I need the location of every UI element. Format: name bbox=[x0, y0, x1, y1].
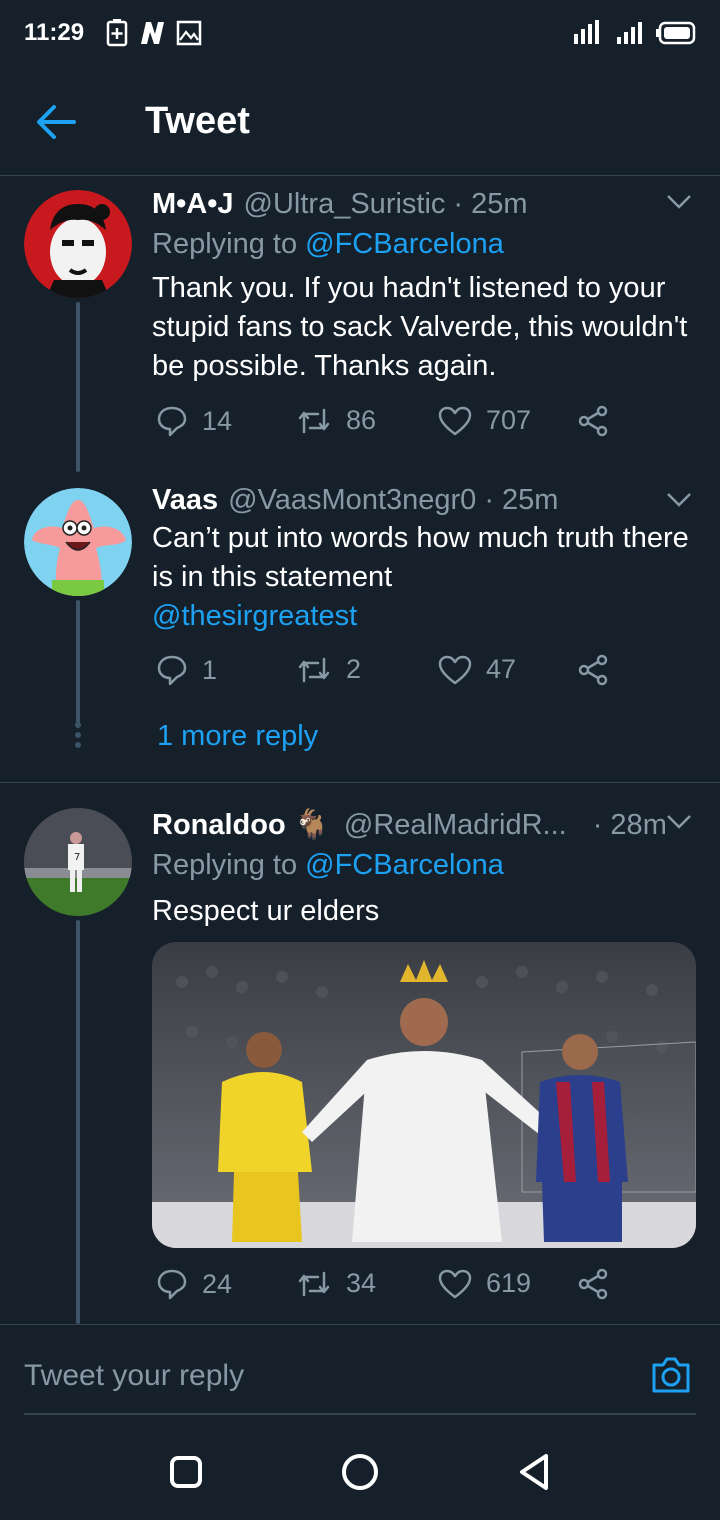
signal-2-icon bbox=[617, 22, 642, 44]
heart-icon bbox=[438, 406, 472, 435]
retweet-count: 2 bbox=[346, 654, 362, 684]
tweet-time: · 25m bbox=[484, 484, 559, 516]
mention-link[interactable]: @thesirgreatest bbox=[152, 600, 357, 632]
like-button[interactable]: 619 bbox=[438, 1268, 531, 1299]
like-count: 47 bbox=[486, 654, 517, 684]
thread-line bbox=[76, 302, 80, 472]
retweet-icon bbox=[298, 408, 330, 433]
tweet-actions: 14 86 707 bbox=[152, 405, 622, 445]
reply-count: 24 bbox=[202, 1268, 233, 1299]
avatar[interactable] bbox=[24, 488, 132, 596]
thread-line bbox=[76, 600, 80, 724]
tweet-text: Thank you. If you hadn't listened to you… bbox=[152, 272, 688, 382]
reply-input[interactable]: Tweet your reply bbox=[24, 1359, 244, 1393]
tweet-time: · 25m bbox=[453, 188, 528, 220]
user-handle[interactable]: @Ultra_Suristic bbox=[244, 188, 446, 221]
tweet-1[interactable]: M•A•J @Ultra_Suristic · 25m Replying to … bbox=[0, 176, 720, 472]
retweet-icon bbox=[298, 1271, 330, 1296]
display-name[interactable]: Vaas bbox=[152, 484, 218, 517]
reply-count: 14 bbox=[202, 405, 233, 436]
tweet-text: Respect ur elders bbox=[152, 895, 380, 927]
avatar[interactable] bbox=[24, 190, 132, 298]
more-replies-link[interactable]: 1 more reply bbox=[157, 720, 318, 753]
like-count: 707 bbox=[486, 405, 532, 435]
replying-to: Replying to @FCBarcelona bbox=[152, 228, 504, 261]
status-icons-right bbox=[572, 20, 696, 46]
tweet-text: Can’t put into words how much truth ther… bbox=[152, 519, 692, 636]
home-icon[interactable] bbox=[340, 1452, 380, 1492]
tweet-time: · 28m bbox=[592, 808, 667, 841]
app-bar: Tweet bbox=[0, 66, 720, 176]
reply-button[interactable]: 14 bbox=[156, 405, 232, 437]
chevron-down-icon[interactable] bbox=[666, 194, 692, 210]
more-dots-icon bbox=[75, 722, 81, 748]
retweet-icon bbox=[298, 657, 330, 682]
retweet-button[interactable]: 2 bbox=[296, 654, 361, 685]
heart-icon bbox=[438, 1269, 472, 1298]
tweet-actions: 1 2 47 bbox=[152, 654, 622, 694]
status-icons-left bbox=[106, 19, 202, 47]
svg-text:7: 7 bbox=[74, 852, 80, 863]
chevron-down-icon[interactable] bbox=[666, 492, 692, 508]
comment-icon bbox=[157, 655, 187, 686]
like-count: 619 bbox=[486, 1268, 532, 1298]
comment-icon bbox=[157, 406, 187, 437]
tweet-header: Ronaldoo 🐐 @RealMadridR... · 28m bbox=[152, 808, 690, 842]
like-button[interactable]: 47 bbox=[438, 654, 516, 685]
heart-icon bbox=[438, 655, 472, 684]
share-icon bbox=[578, 654, 608, 686]
system-nav-bar bbox=[0, 1424, 720, 1520]
retweet-count: 34 bbox=[346, 1268, 377, 1298]
retweet-button[interactable]: 34 bbox=[296, 1268, 376, 1299]
chevron-down-icon[interactable] bbox=[666, 814, 692, 830]
status-time: 11:29 bbox=[24, 19, 85, 46]
avatar[interactable]: 7 bbox=[24, 808, 132, 916]
gallery-icon bbox=[176, 20, 202, 46]
n-app-icon bbox=[141, 22, 165, 44]
comment-icon bbox=[157, 1269, 187, 1300]
retweet-button[interactable]: 86 bbox=[296, 405, 376, 436]
reply-button[interactable]: 1 bbox=[156, 654, 217, 686]
display-name[interactable]: M•A•J bbox=[152, 188, 234, 221]
tweet-actions: 24 34 619 bbox=[152, 1268, 622, 1308]
tweet-2[interactable]: Vaas @VaasMont3negr0 · 25m Can’t put int… bbox=[0, 474, 720, 782]
share-button[interactable] bbox=[578, 654, 624, 686]
status-bar: 11:29 bbox=[0, 0, 720, 66]
replying-to: Replying to @FCBarcelona bbox=[152, 849, 504, 882]
recents-icon[interactable] bbox=[166, 1452, 206, 1492]
signal-icon bbox=[574, 20, 599, 44]
tweet-header: Vaas @VaasMont3negr0 · 25m bbox=[152, 484, 690, 517]
reply-count: 1 bbox=[202, 654, 218, 685]
reply-input-underline bbox=[24, 1413, 696, 1415]
user-handle[interactable]: @RealMadridR... bbox=[344, 809, 567, 842]
page-title: Tweet bbox=[145, 100, 250, 142]
replying-prefix: Replying to bbox=[152, 849, 298, 881]
back-nav-icon[interactable] bbox=[514, 1452, 554, 1492]
replying-to-link[interactable]: @FCBarcelona bbox=[305, 849, 504, 881]
replying-prefix: Replying to bbox=[152, 228, 298, 260]
replying-to-link[interactable]: @FCBarcelona bbox=[305, 228, 504, 260]
reply-composer: Tweet your reply bbox=[0, 1324, 720, 1424]
display-name[interactable]: Ronaldoo 🐐 bbox=[152, 808, 330, 842]
reply-button[interactable]: 24 bbox=[156, 1268, 232, 1300]
like-button[interactable]: 707 bbox=[438, 405, 531, 436]
thread-line bbox=[76, 920, 80, 1324]
tweet-header: M•A•J @Ultra_Suristic · 25m bbox=[152, 188, 690, 221]
user-handle[interactable]: @VaasMont3negr0 bbox=[228, 484, 476, 517]
camera-icon[interactable] bbox=[650, 1355, 692, 1395]
tweet-media-image[interactable] bbox=[152, 942, 696, 1248]
tweet-text-body: Can’t put into words how much truth ther… bbox=[152, 522, 689, 593]
battery-saver-icon bbox=[106, 19, 128, 47]
share-icon bbox=[578, 1268, 608, 1300]
share-icon bbox=[578, 405, 608, 437]
retweet-count: 86 bbox=[346, 405, 377, 435]
battery-icon bbox=[656, 21, 696, 45]
share-button[interactable] bbox=[578, 1268, 624, 1300]
share-button[interactable] bbox=[578, 405, 624, 437]
divider bbox=[0, 782, 720, 783]
arrow-left-icon[interactable] bbox=[34, 102, 78, 142]
